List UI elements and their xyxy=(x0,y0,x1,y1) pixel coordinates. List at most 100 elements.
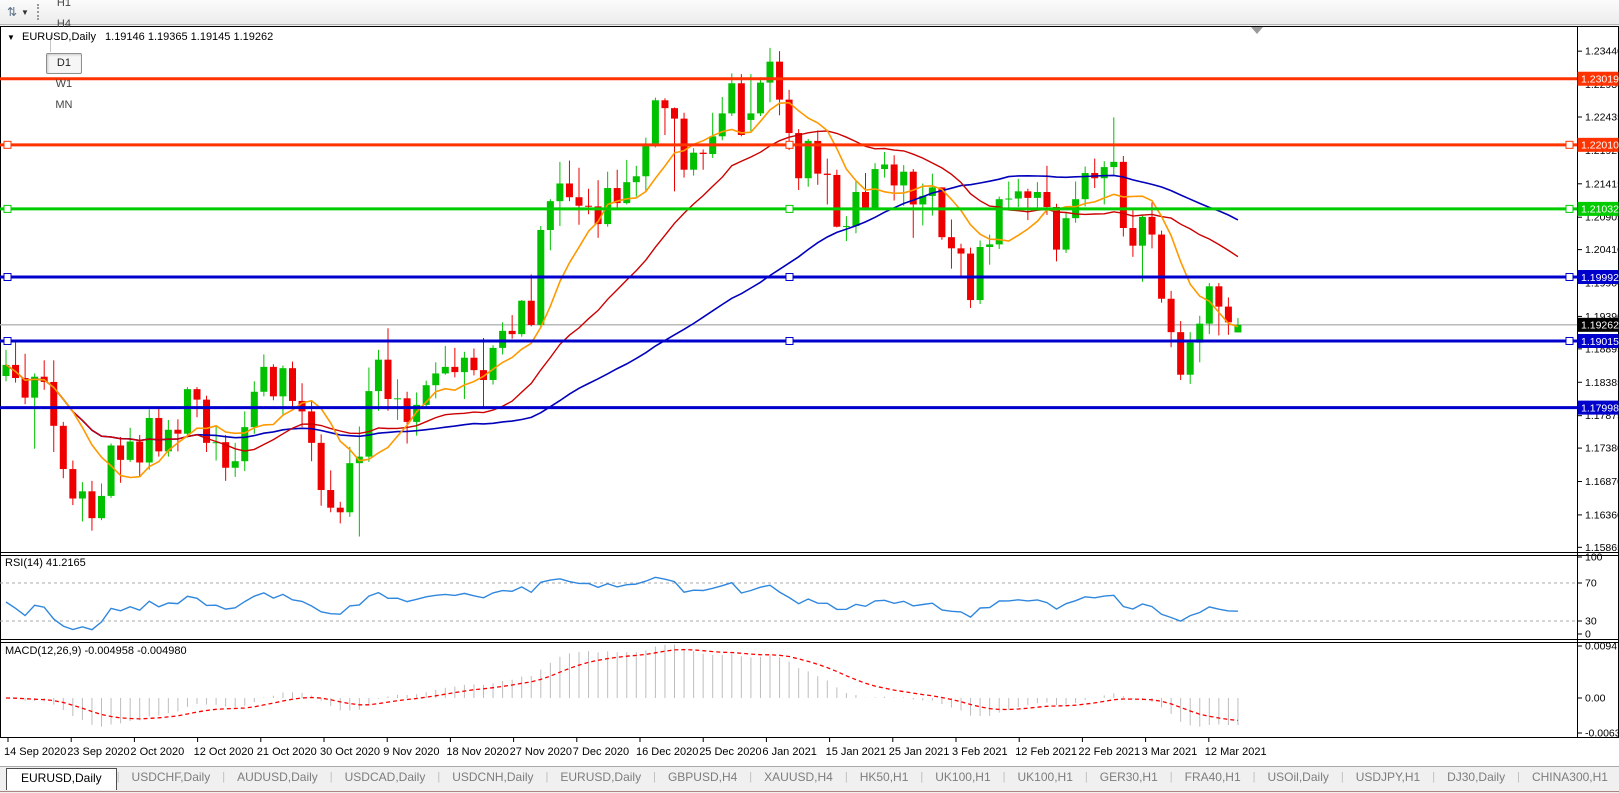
candle-body xyxy=(566,183,573,197)
candle-body xyxy=(251,392,258,427)
chart-tab-uk100-h1[interactable]: UK100,H1 xyxy=(1006,767,1085,788)
candle-body xyxy=(279,368,286,396)
candle-body xyxy=(499,331,506,348)
date-axis-label: 25 Jan 2021 xyxy=(889,746,950,758)
candle-body xyxy=(289,368,296,401)
price-badge-label: 1.19015 xyxy=(1581,336,1619,348)
price-badge-label: 1.23019 xyxy=(1581,74,1619,86)
date-axis-label: 22 Feb 2021 xyxy=(1078,746,1140,758)
chart-tab-usdcnh-daily[interactable]: USDCNH,Daily xyxy=(440,767,545,788)
candle-body xyxy=(432,373,439,385)
chart-tab-uk100-h1[interactable]: UK100,H1 xyxy=(923,767,1002,788)
date-axis-label: 21 Oct 2020 xyxy=(257,746,317,758)
candle-body xyxy=(490,348,497,380)
candle-body xyxy=(700,153,707,154)
chart-tab-usdcad-daily[interactable]: USDCAD,Daily xyxy=(333,767,438,788)
chart-tab-usdjpy-h1[interactable]: USDJPY,H1 xyxy=(1344,767,1432,788)
timeframe-button-h1[interactable]: H1 xyxy=(46,0,82,14)
chart-tab-usoil-daily[interactable]: USOil,Daily xyxy=(1256,767,1341,788)
date-axis-label: 7 Dec 2020 xyxy=(573,746,629,758)
rsi-axis-label: 0 xyxy=(1585,629,1591,641)
candle-body xyxy=(442,367,449,374)
date-axis-label: 23 Sep 2020 xyxy=(67,746,129,758)
cursor-mode-icon[interactable]: ⇅ xyxy=(3,3,21,21)
candle-body xyxy=(862,192,869,208)
line-handle[interactable] xyxy=(4,205,11,212)
candle-body xyxy=(671,108,678,118)
rsi-axis-label: 30 xyxy=(1585,616,1597,628)
price-axis-label: 1.22435 xyxy=(1585,111,1619,123)
candle-body xyxy=(385,360,392,399)
candle-body xyxy=(203,400,210,443)
toolbar-grip[interactable] xyxy=(37,4,39,20)
line-handle[interactable] xyxy=(4,274,11,281)
candle-body xyxy=(79,491,86,498)
macd-indicator-label: MACD(12,26,9) -0.004958 -0.004980 xyxy=(5,645,187,657)
candle-body xyxy=(394,398,401,399)
candle-body xyxy=(461,358,468,372)
line-handle[interactable] xyxy=(786,274,793,281)
date-axis-label: 27 Nov 2020 xyxy=(510,746,572,758)
candle-body xyxy=(1053,207,1060,250)
line-handle[interactable] xyxy=(1566,338,1573,345)
candle-body xyxy=(1215,286,1222,306)
candle-body xyxy=(518,301,525,334)
collapse-arrow-icon[interactable]: ▼ xyxy=(7,33,15,42)
dropdown-caret-icon[interactable]: ▼ xyxy=(21,8,29,17)
date-axis-label: 3 Mar 2021 xyxy=(1142,746,1198,758)
chart-tab-audusd-daily[interactable]: AUDUSD,Daily xyxy=(225,767,330,788)
chart-tabs: EURUSD,Daily|USDCHF,Daily|AUDUSD,Daily|U… xyxy=(6,767,1619,793)
chart-tab-china300-h1[interactable]: CHINA300,H1 xyxy=(1520,767,1619,788)
macd-axis-label: 0.009412 xyxy=(1585,641,1619,653)
line-handle[interactable] xyxy=(1566,274,1573,281)
candle-body xyxy=(375,360,382,391)
candle-body xyxy=(1158,235,1165,299)
candle-body xyxy=(509,331,516,334)
timeframe-button-w1[interactable]: W1 xyxy=(46,74,82,95)
candle-body xyxy=(891,164,898,185)
candle-body xyxy=(996,199,1003,244)
timeframe-buttons: M1M5M15M30H1H4D1W1MN xyxy=(45,0,83,116)
line-handle[interactable] xyxy=(786,338,793,345)
candle-body xyxy=(270,367,277,396)
candle-body xyxy=(757,83,764,114)
line-handle[interactable] xyxy=(1566,141,1573,148)
chart-tab-ger30-h1[interactable]: GER30,H1 xyxy=(1088,767,1170,788)
chart-tab-fra40-h1[interactable]: FRA40,H1 xyxy=(1173,767,1253,788)
date-axis-label: 12 Oct 2020 xyxy=(194,746,254,758)
date-axis-label: 15 Jan 2021 xyxy=(826,746,887,758)
price-axis-label: 1.16360 xyxy=(1585,509,1619,521)
price-axis-label: 1.21415 xyxy=(1585,178,1619,190)
candle-body xyxy=(795,133,802,178)
chart-tab-usdchf-daily[interactable]: USDCHF,Daily xyxy=(120,767,223,788)
line-handle[interactable] xyxy=(4,338,11,345)
line-handle[interactable] xyxy=(1566,205,1573,212)
chart-tab-hk50-h1[interactable]: HK50,H1 xyxy=(848,767,921,788)
candle-body xyxy=(1015,191,1022,198)
chart-tab-xauusd-h4[interactable]: XAUUSD,H4 xyxy=(752,767,845,788)
line-handle[interactable] xyxy=(4,141,11,148)
candle-body xyxy=(938,187,945,237)
chart-tab-gbpusd-h4[interactable]: GBPUSD,H4 xyxy=(656,767,749,788)
candle-body xyxy=(633,176,640,182)
candle-body xyxy=(404,398,411,422)
candle-body xyxy=(948,237,955,248)
date-axis-label: 25 Dec 2020 xyxy=(699,746,761,758)
timeframe-button-d1[interactable]: D1 xyxy=(46,53,82,74)
date-axis-label: 14 Sep 2020 xyxy=(4,746,66,758)
line-handle[interactable] xyxy=(786,141,793,148)
chart-tab-bar: EURUSD,Daily|USDCHF,Daily|AUDUSD,Daily|U… xyxy=(0,766,1619,793)
candle-body xyxy=(585,206,592,207)
candle-body xyxy=(728,83,735,113)
candle-body xyxy=(1063,218,1070,249)
chart-tab-eurusd-daily[interactable]: EURUSD,Daily xyxy=(548,767,653,788)
date-axis-label: 18 Nov 2020 xyxy=(446,746,508,758)
macd-axis-label: -0.006386 xyxy=(1585,728,1619,740)
candle-body xyxy=(1177,332,1184,375)
chart-tab-dj30-daily[interactable]: DJ30,Daily xyxy=(1435,767,1517,788)
chart-tab-eurusd-daily[interactable]: EURUSD,Daily xyxy=(6,768,117,790)
line-handle[interactable] xyxy=(786,205,793,212)
candle-body xyxy=(958,248,965,253)
timeframe-button-mn[interactable]: MN xyxy=(46,95,82,116)
chart-canvas[interactable]: 1.234401.229301.224351.219251.214151.209… xyxy=(0,0,1619,793)
